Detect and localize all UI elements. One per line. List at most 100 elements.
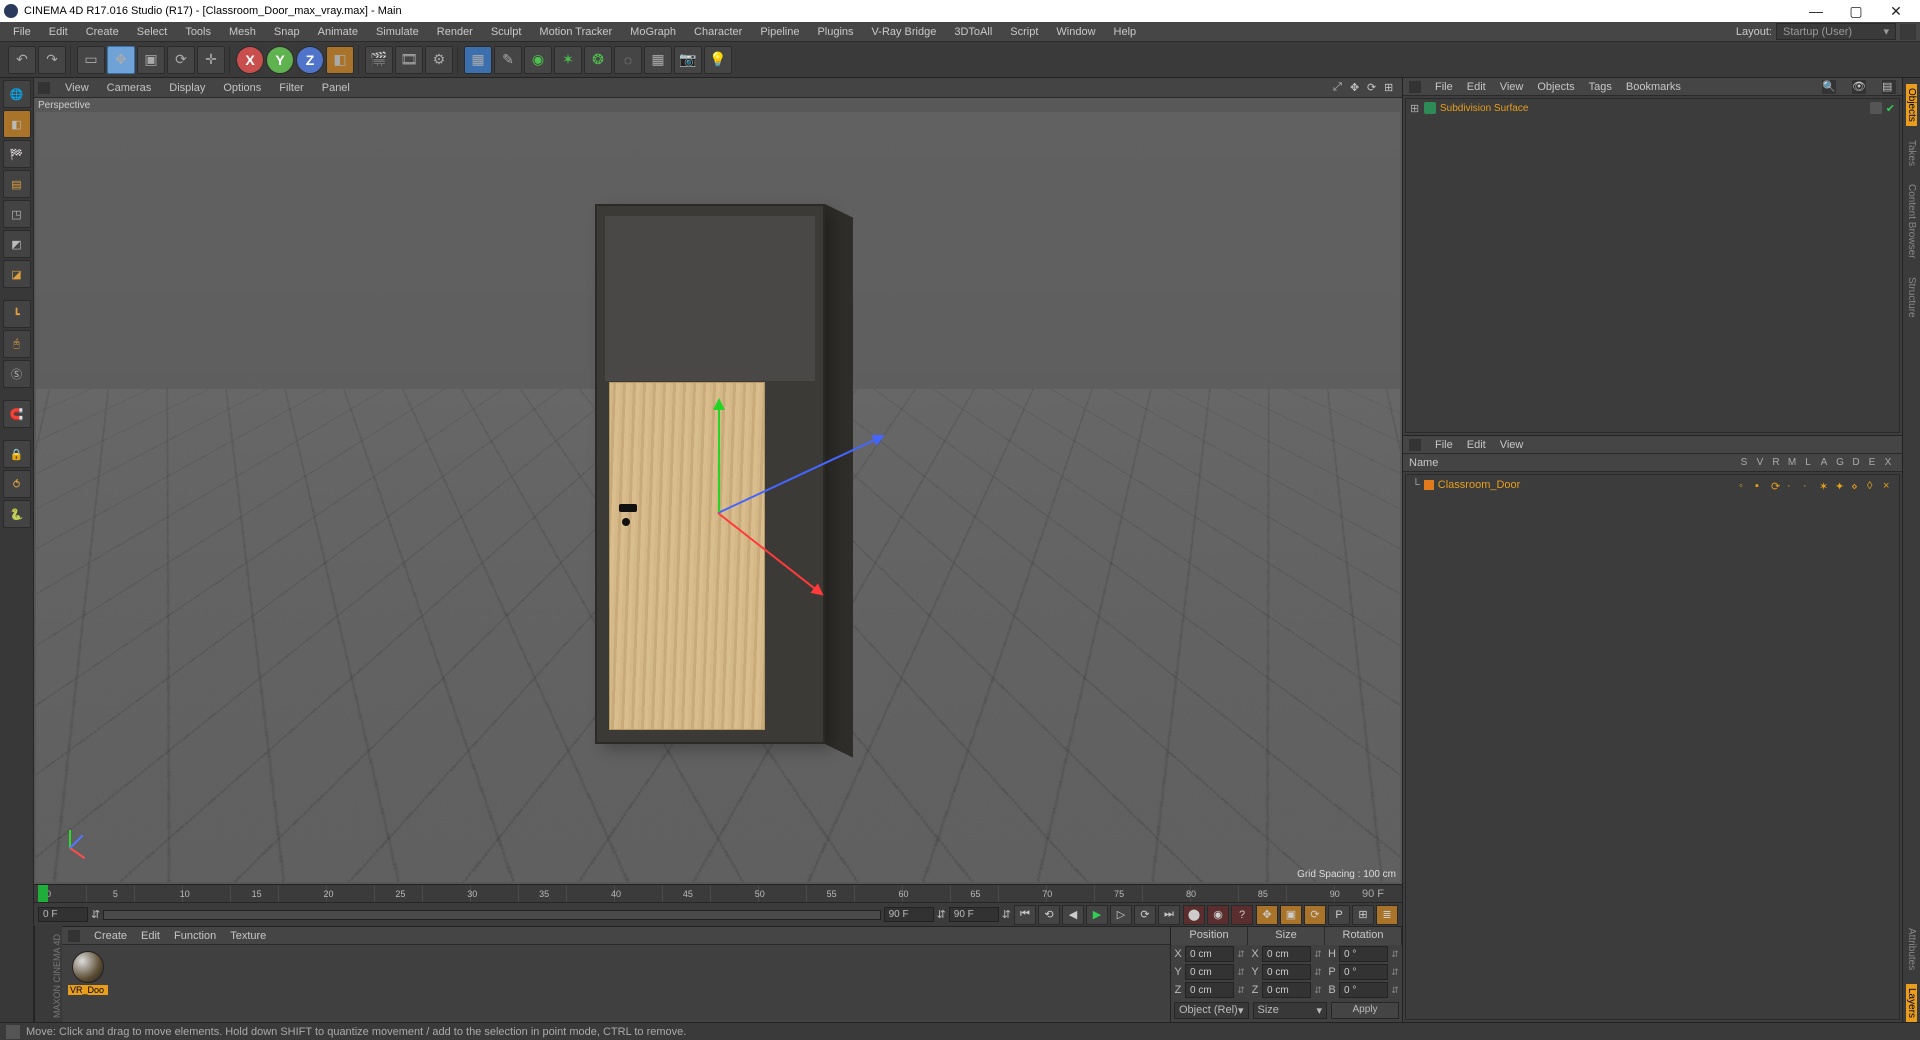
model-mode-button[interactable]: ◧: [3, 110, 31, 138]
vp-nav-icon-2[interactable]: ✥: [1350, 81, 1364, 95]
vp-menu-options[interactable]: Options: [214, 80, 270, 96]
expand-icon[interactable]: ⊞: [1410, 102, 1420, 115]
obj-search-icon[interactable]: 🔍: [1822, 80, 1836, 94]
menu-edit[interactable]: Edit: [40, 24, 77, 40]
vp-menu-panel[interactable]: Panel: [313, 80, 359, 96]
gizmo-y-axis[interactable]: [718, 402, 720, 512]
autokey-button[interactable]: ◉: [1207, 905, 1229, 925]
layer-color-icon[interactable]: [1424, 480, 1434, 490]
edge-mode-button[interactable]: ◩: [3, 230, 31, 258]
prev-key-button[interactable]: ⟲: [1038, 905, 1060, 925]
flag-icon[interactable]: ◊: [1867, 480, 1877, 490]
panel-grip-icon[interactable]: [68, 930, 80, 942]
menu-simulate[interactable]: Simulate: [367, 24, 428, 40]
vp-menu-display[interactable]: Display: [160, 80, 214, 96]
maximize-button[interactable]: ▢: [1836, 0, 1876, 22]
menu-plugins[interactable]: Plugins: [808, 24, 862, 40]
obj-menu-file[interactable]: File: [1435, 81, 1453, 93]
menu-snap[interactable]: Snap: [265, 24, 309, 40]
spinner-icon[interactable]: ⇵: [1002, 908, 1011, 921]
obj-eye-icon[interactable]: 👁: [1852, 80, 1866, 94]
object-tree[interactable]: ⊞ Subdivision Surface ✔: [1405, 98, 1900, 433]
vp-menu-view[interactable]: View: [56, 80, 98, 96]
menu-sculpt[interactable]: Sculpt: [482, 24, 531, 40]
tab-objects[interactable]: Objects: [1906, 84, 1917, 126]
lock-button[interactable]: 🔒: [3, 440, 31, 468]
menu-animate[interactable]: Animate: [309, 24, 367, 40]
vp-nav-icon-1[interactable]: ⤢: [1333, 81, 1347, 95]
prev-frame-button[interactable]: ◀: [1062, 905, 1084, 925]
menu-pipeline[interactable]: Pipeline: [751, 24, 808, 40]
menu-script[interactable]: Script: [1001, 24, 1047, 40]
axis-tool-button[interactable]: ┗: [3, 300, 31, 328]
viewport-solo-button[interactable]: 🖰: [3, 330, 31, 358]
add-deformer-button[interactable]: ❂: [584, 46, 612, 74]
coord-y-pos[interactable]: 0 cm: [1185, 964, 1234, 980]
attr-menu-file[interactable]: File: [1435, 439, 1453, 451]
material-name[interactable]: VR_Doo: [68, 985, 108, 995]
attr-menu-view[interactable]: View: [1500, 439, 1524, 451]
vp-menu-filter[interactable]: Filter: [270, 80, 312, 96]
tab-layers[interactable]: Layers: [1906, 984, 1917, 1022]
object-name[interactable]: Subdivision Surface: [1440, 103, 1866, 114]
material-list[interactable]: VR_Doo: [62, 945, 1170, 1020]
layer-dot-icon[interactable]: [1870, 102, 1882, 114]
flag-icon[interactable]: ▪: [1755, 480, 1765, 490]
menu-select[interactable]: Select: [128, 24, 177, 40]
key-rot-button[interactable]: ⟳: [1304, 905, 1326, 925]
key-scale-button[interactable]: ▣: [1280, 905, 1302, 925]
menu-tools[interactable]: Tools: [176, 24, 220, 40]
object-row[interactable]: ⊞ Subdivision Surface ✔: [1406, 99, 1899, 117]
menu-render[interactable]: Render: [428, 24, 482, 40]
render-region-button[interactable]: 🎞: [395, 46, 423, 74]
viewport-canvas[interactable]: [36, 112, 1400, 882]
lock-z-axis[interactable]: Z: [296, 46, 324, 74]
key-pla-button[interactable]: ⊞: [1352, 905, 1374, 925]
range-end-field[interactable]: 90 F: [884, 907, 934, 922]
texture-mode-button[interactable]: 🏁: [3, 140, 31, 168]
add-light-button[interactable]: 💡: [704, 46, 732, 74]
viewport-grip-icon[interactable]: [38, 82, 50, 94]
render-settings-button[interactable]: ⚙: [425, 46, 453, 74]
lock-x-axis[interactable]: X: [236, 46, 264, 74]
flag-icon[interactable]: ◦: [1739, 480, 1749, 490]
flag-icon[interactable]: ×: [1883, 480, 1893, 490]
attr-item-row[interactable]: └ Classroom_Door ◦ ▪ ⟳ · · ✶ ✦ ⋄ ◊ ×: [1408, 477, 1897, 493]
range-start-field[interactable]: 0 F: [38, 907, 88, 922]
goto-start-button[interactable]: ⏮: [1014, 905, 1036, 925]
tweak-button[interactable]: ⥀: [3, 470, 31, 498]
layout-dropdown[interactable]: Startup (User)▾: [1776, 23, 1896, 40]
mat-menu-edit[interactable]: Edit: [141, 930, 160, 942]
record-button[interactable]: ⬤: [1183, 905, 1205, 925]
layout-config-icon[interactable]: [1900, 24, 1916, 40]
tab-attributes[interactable]: Attributes: [1906, 924, 1917, 974]
coord-x-size[interactable]: 0 cm: [1262, 946, 1311, 962]
key-opt-button[interactable]: ≣: [1376, 905, 1398, 925]
render-view-button[interactable]: 🎬: [365, 46, 393, 74]
minimize-button[interactable]: —: [1796, 0, 1836, 22]
material-preview-icon[interactable]: [72, 951, 104, 983]
keyselection-button[interactable]: ?: [1231, 905, 1253, 925]
next-key-button[interactable]: ⟳: [1134, 905, 1156, 925]
mat-menu-create[interactable]: Create: [94, 930, 127, 942]
key-pos-button[interactable]: ✥: [1256, 905, 1278, 925]
timeline-ruler[interactable]: 0 5 10 15 20 25 30 35 40 45 50 55 60 65 …: [34, 884, 1402, 902]
last-tool[interactable]: ✛: [197, 46, 225, 74]
timeline-ticks[interactable]: 0 5 10 15 20 25 30 35 40 45 50 55 60 65 …: [38, 885, 1348, 902]
move-tool[interactable]: ✥: [107, 46, 135, 74]
add-camera-button[interactable]: ▦: [644, 46, 672, 74]
menu-help[interactable]: Help: [1105, 24, 1146, 40]
vp-menu-cameras[interactable]: Cameras: [98, 80, 161, 96]
coord-apply-button[interactable]: Apply: [1331, 1002, 1399, 1019]
add-nurbs-button[interactable]: ◉: [524, 46, 552, 74]
tab-structure[interactable]: Structure: [1906, 273, 1917, 322]
attr-menu-edit[interactable]: Edit: [1467, 439, 1486, 451]
panel-grip-icon[interactable]: [1409, 439, 1421, 451]
add-environment-button[interactable]: ◌: [614, 46, 642, 74]
menu-mesh[interactable]: Mesh: [220, 24, 265, 40]
coord-z-pos[interactable]: 0 cm: [1185, 982, 1234, 998]
goto-end-button[interactable]: ⏭: [1158, 905, 1180, 925]
vp-nav-icon-3[interactable]: ⟳: [1367, 81, 1381, 95]
coord-mode-dropdown[interactable]: Object (Rel)▾: [1174, 1002, 1249, 1019]
menu-file[interactable]: File: [4, 24, 40, 40]
